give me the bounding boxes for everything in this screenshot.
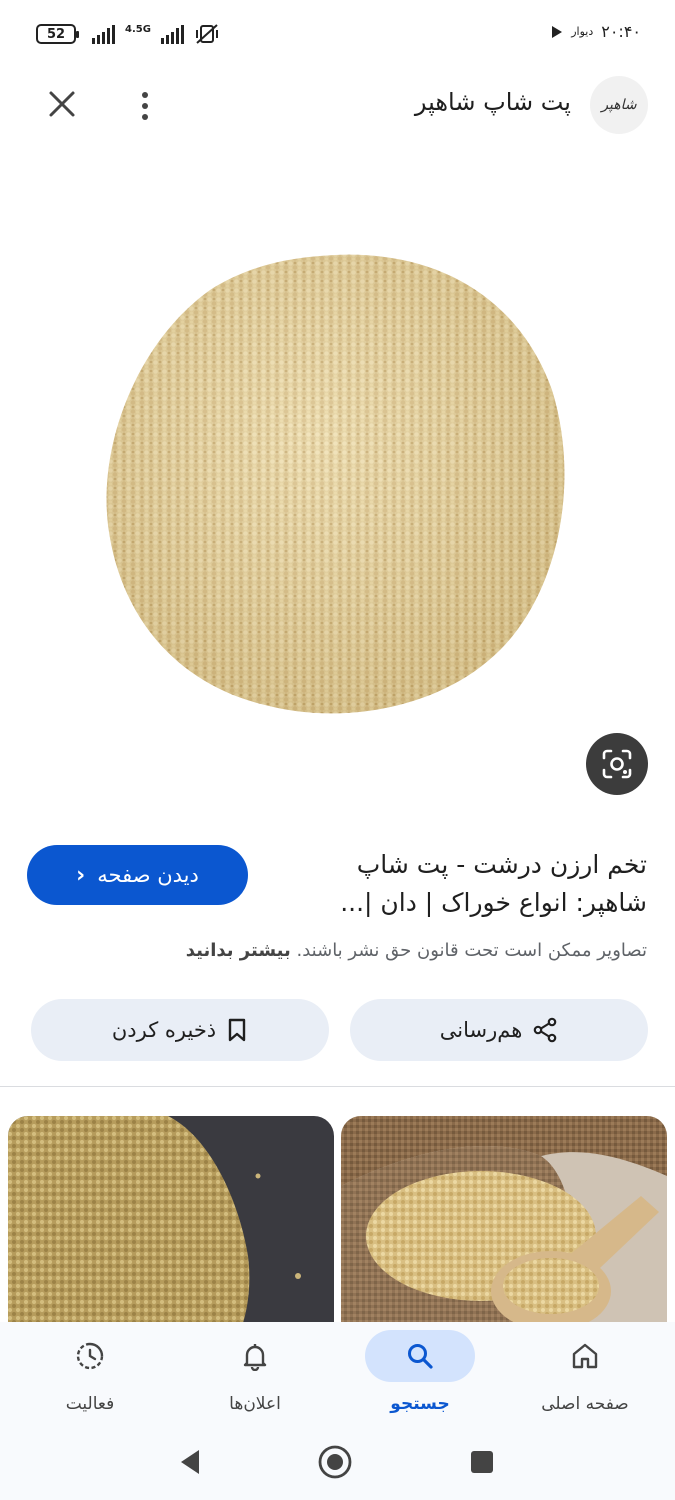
save-button[interactable]: ذخیره کردن: [31, 999, 329, 1061]
share-icon: [533, 1017, 557, 1043]
home-circle-icon: [318, 1445, 352, 1479]
back-button[interactable]: [170, 1442, 210, 1482]
battery-icon: 52: [36, 24, 79, 44]
battery-level: 52: [46, 26, 66, 42]
signal-icon-2: [160, 24, 184, 44]
lens-icon: [602, 749, 632, 779]
learn-more-link[interactable]: بیشتر بدانید: [186, 940, 291, 961]
logo-text: شاهپر: [601, 97, 637, 113]
copyright-notice: تصاویر ممکن است تحت قانون حق نشر باشند. …: [27, 940, 647, 961]
visit-page-label: دیدن صفحه: [97, 863, 199, 887]
home-icon: [572, 1343, 598, 1369]
network-type: 4.5G: [125, 24, 151, 35]
signal-icon: [92, 24, 115, 44]
recents-button[interactable]: [462, 1442, 502, 1482]
bell-icon: [243, 1344, 267, 1371]
site-logo[interactable]: شاهپر: [590, 76, 648, 134]
status-icons-right: ۲۰:۴۰ دیوار: [551, 22, 641, 41]
nav-search-label: جستجو: [390, 1394, 450, 1414]
nav-home-label: صفحه اصلی: [541, 1394, 629, 1414]
nav-search[interactable]: جستجو: [336, 1322, 504, 1430]
nav-notifications[interactable]: اعلان‌ها: [171, 1322, 339, 1430]
status-icons-left: 52 4.5G: [36, 22, 220, 46]
status-bar: 52 4.5G ۲۰:۴۰ دیوار: [0, 0, 675, 66]
bottom-navigation: صفحه اصلی جستجو اعلان‌ها ف: [0, 1322, 675, 1430]
more-options-button[interactable]: [130, 86, 160, 126]
nav-home[interactable]: صفحه اصلی: [501, 1322, 669, 1430]
nav-activity-label: فعالیت: [65, 1394, 115, 1414]
main-result-image[interactable]: [0, 180, 675, 800]
divider: [0, 1086, 675, 1087]
back-triangle-icon: [181, 1450, 199, 1474]
close-button[interactable]: [42, 84, 82, 124]
save-label: ذخیره کردن: [111, 1018, 217, 1042]
clock: ۲۰:۴۰: [601, 22, 641, 41]
vibrate-mute-icon: [195, 24, 218, 44]
recents-square-icon: [471, 1451, 493, 1473]
related-image-dark[interactable]: [8, 1116, 334, 1336]
system-navigation-bar: [0, 1430, 675, 1500]
more-vert-icon: [142, 92, 148, 98]
home-system-button[interactable]: [315, 1442, 355, 1482]
chevron-left-icon: ‹: [76, 862, 86, 888]
nav-activity[interactable]: فعالیت: [6, 1322, 174, 1430]
site-title[interactable]: پت شاپ شاهپر: [415, 88, 571, 116]
copyright-text: تصاویر ممکن است تحت قانون حق نشر باشند.: [296, 940, 647, 961]
bookmark-icon: [228, 1018, 246, 1042]
search-icon: [408, 1344, 433, 1369]
viewer-header: شاهپر پت شاپ شاهپر: [0, 66, 675, 146]
play-icon: [552, 25, 563, 38]
share-label: هم‌رسانی: [439, 1018, 523, 1042]
nav-notifications-label: اعلان‌ها: [229, 1394, 281, 1414]
result-title[interactable]: تخم ارزن درشت - پت شاپ شاهپر: انواع خورا…: [287, 846, 647, 922]
close-icon: [49, 91, 75, 117]
share-button[interactable]: هم‌رسانی: [350, 999, 648, 1061]
notification-app-label: دیوار: [571, 25, 594, 38]
visit-page-button[interactable]: دیدن صفحه ‹: [27, 845, 248, 905]
activity-history-icon: [76, 1342, 104, 1370]
related-image-sack[interactable]: [341, 1116, 667, 1336]
google-lens-button[interactable]: [586, 733, 648, 795]
